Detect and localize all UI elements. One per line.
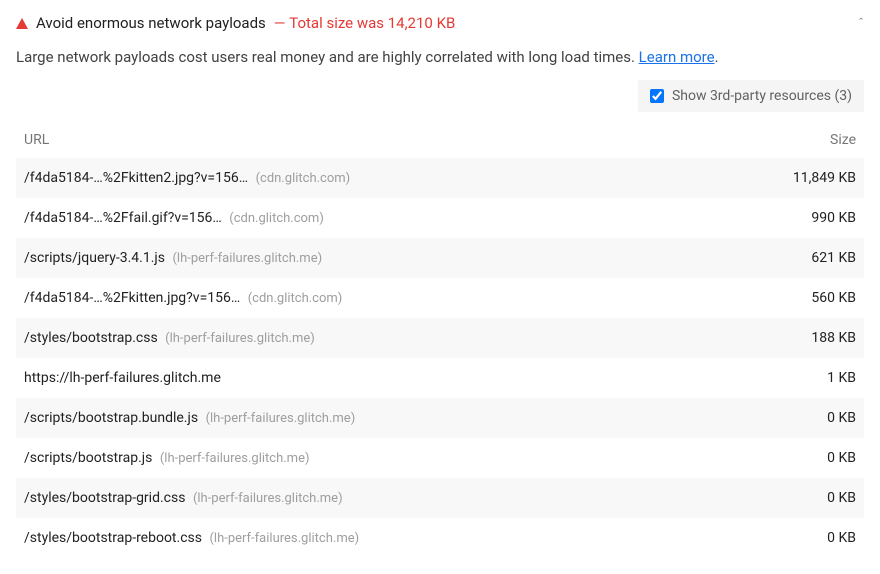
table-row: /f4da5184-…%2Fkitten.jpg?v=156… (cdn.gli… bbox=[16, 278, 864, 318]
audit-description: Large network payloads cost users real m… bbox=[16, 38, 864, 80]
resource-path: /scripts/bootstrap.js bbox=[24, 450, 152, 466]
resource-size: 0 KB bbox=[708, 398, 864, 438]
resource-size: 621 KB bbox=[708, 238, 864, 278]
third-party-label: Show 3rd-party resources (3) bbox=[672, 88, 852, 104]
resource-origin: (cdn.glitch.com) bbox=[256, 171, 351, 186]
resource-url-cell: /scripts/bootstrap.bundle.js (lh-perf-fa… bbox=[16, 398, 708, 438]
chevron-up-icon: ˆ bbox=[858, 16, 864, 30]
resource-size: 0 KB bbox=[708, 478, 864, 518]
resource-size: 990 KB bbox=[708, 198, 864, 238]
resource-origin: (cdn.glitch.com) bbox=[248, 291, 343, 306]
resource-path: /styles/bootstrap-grid.css bbox=[24, 490, 185, 506]
table-row: /f4da5184-…%2Fkitten2.jpg?v=156… (cdn.gl… bbox=[16, 158, 864, 198]
warning-triangle-icon bbox=[16, 18, 28, 29]
table-row: /f4da5184-…%2Ffail.gif?v=156… (cdn.glitc… bbox=[16, 198, 864, 238]
resource-size: 11,849 KB bbox=[708, 158, 864, 198]
resource-origin: (lh-perf-failures.glitch.me) bbox=[209, 531, 359, 546]
resource-size: 0 KB bbox=[708, 518, 864, 558]
resource-url-cell: /styles/bootstrap-reboot.css (lh-perf-fa… bbox=[16, 518, 708, 558]
resource-path: /f4da5184-…%2Ffail.gif?v=156… bbox=[24, 210, 222, 226]
resource-origin: (lh-perf-failures.glitch.me) bbox=[165, 331, 315, 346]
resource-path: /styles/bootstrap.css bbox=[24, 330, 158, 346]
resources-table: URL Size /f4da5184-…%2Fkitten2.jpg?v=156… bbox=[16, 122, 864, 558]
table-row: /scripts/jquery-3.4.1.js (lh-perf-failur… bbox=[16, 238, 864, 278]
table-row: /styles/bootstrap-grid.css (lh-perf-fail… bbox=[16, 478, 864, 518]
resource-path: /scripts/jquery-3.4.1.js bbox=[24, 250, 165, 266]
resource-url-cell: /scripts/jquery-3.4.1.js (lh-perf-failur… bbox=[16, 238, 708, 278]
resource-size: 188 KB bbox=[708, 318, 864, 358]
table-row: https://lh-perf-failures.glitch.me 1 KB bbox=[16, 358, 864, 398]
third-party-toggle[interactable]: Show 3rd-party resources (3) bbox=[638, 80, 864, 112]
resource-path: /scripts/bootstrap.bundle.js bbox=[24, 410, 198, 426]
table-row: /styles/bootstrap.css (lh-perf-failures.… bbox=[16, 318, 864, 358]
resource-origin: (cdn.glitch.com) bbox=[229, 211, 324, 226]
resource-path: /styles/bootstrap-reboot.css bbox=[24, 530, 202, 546]
resource-url-cell: https://lh-perf-failures.glitch.me bbox=[16, 358, 708, 398]
resource-origin: (lh-perf-failures.glitch.me) bbox=[193, 491, 343, 506]
resource-origin: (lh-perf-failures.glitch.me) bbox=[160, 451, 310, 466]
audit-panel: Avoid enormous network payloads — Total … bbox=[0, 0, 880, 574]
table-row: /scripts/bootstrap.bundle.js (lh-perf-fa… bbox=[16, 398, 864, 438]
column-size: Size bbox=[708, 122, 864, 158]
resource-path: /f4da5184-…%2Fkitten.jpg?v=156… bbox=[24, 290, 240, 306]
audit-header[interactable]: Avoid enormous network payloads — Total … bbox=[16, 8, 864, 38]
resource-url-cell: /styles/bootstrap-grid.css (lh-perf-fail… bbox=[16, 478, 708, 518]
resource-url-cell: /f4da5184-…%2Fkitten2.jpg?v=156… (cdn.gl… bbox=[16, 158, 708, 198]
resource-url-cell: /f4da5184-…%2Ffail.gif?v=156… (cdn.glitc… bbox=[16, 198, 708, 238]
resource-origin: (lh-perf-failures.glitch.me) bbox=[172, 251, 322, 266]
audit-status: — Total size was 14,210 KB bbox=[274, 14, 456, 32]
resource-size: 1 KB bbox=[708, 358, 864, 398]
resource-url-cell: /scripts/bootstrap.js (lh-perf-failures.… bbox=[16, 438, 708, 478]
audit-title: Avoid enormous network payloads bbox=[36, 14, 266, 32]
table-row: /scripts/bootstrap.js (lh-perf-failures.… bbox=[16, 438, 864, 478]
resource-size: 560 KB bbox=[708, 278, 864, 318]
resource-size: 0 KB bbox=[708, 438, 864, 478]
resource-url-cell: /styles/bootstrap.css (lh-perf-failures.… bbox=[16, 318, 708, 358]
resource-path: https://lh-perf-failures.glitch.me bbox=[24, 370, 221, 386]
resource-path: /f4da5184-…%2Fkitten2.jpg?v=156… bbox=[24, 170, 248, 186]
table-row: /styles/bootstrap-reboot.css (lh-perf-fa… bbox=[16, 518, 864, 558]
resource-origin: (lh-perf-failures.glitch.me) bbox=[206, 411, 356, 426]
third-party-checkbox[interactable] bbox=[650, 89, 664, 103]
third-party-row: Show 3rd-party resources (3) bbox=[16, 80, 864, 122]
resource-url-cell: /f4da5184-…%2Fkitten.jpg?v=156… (cdn.gli… bbox=[16, 278, 708, 318]
learn-more-link[interactable]: Learn more bbox=[639, 48, 715, 66]
column-url: URL bbox=[16, 122, 708, 158]
